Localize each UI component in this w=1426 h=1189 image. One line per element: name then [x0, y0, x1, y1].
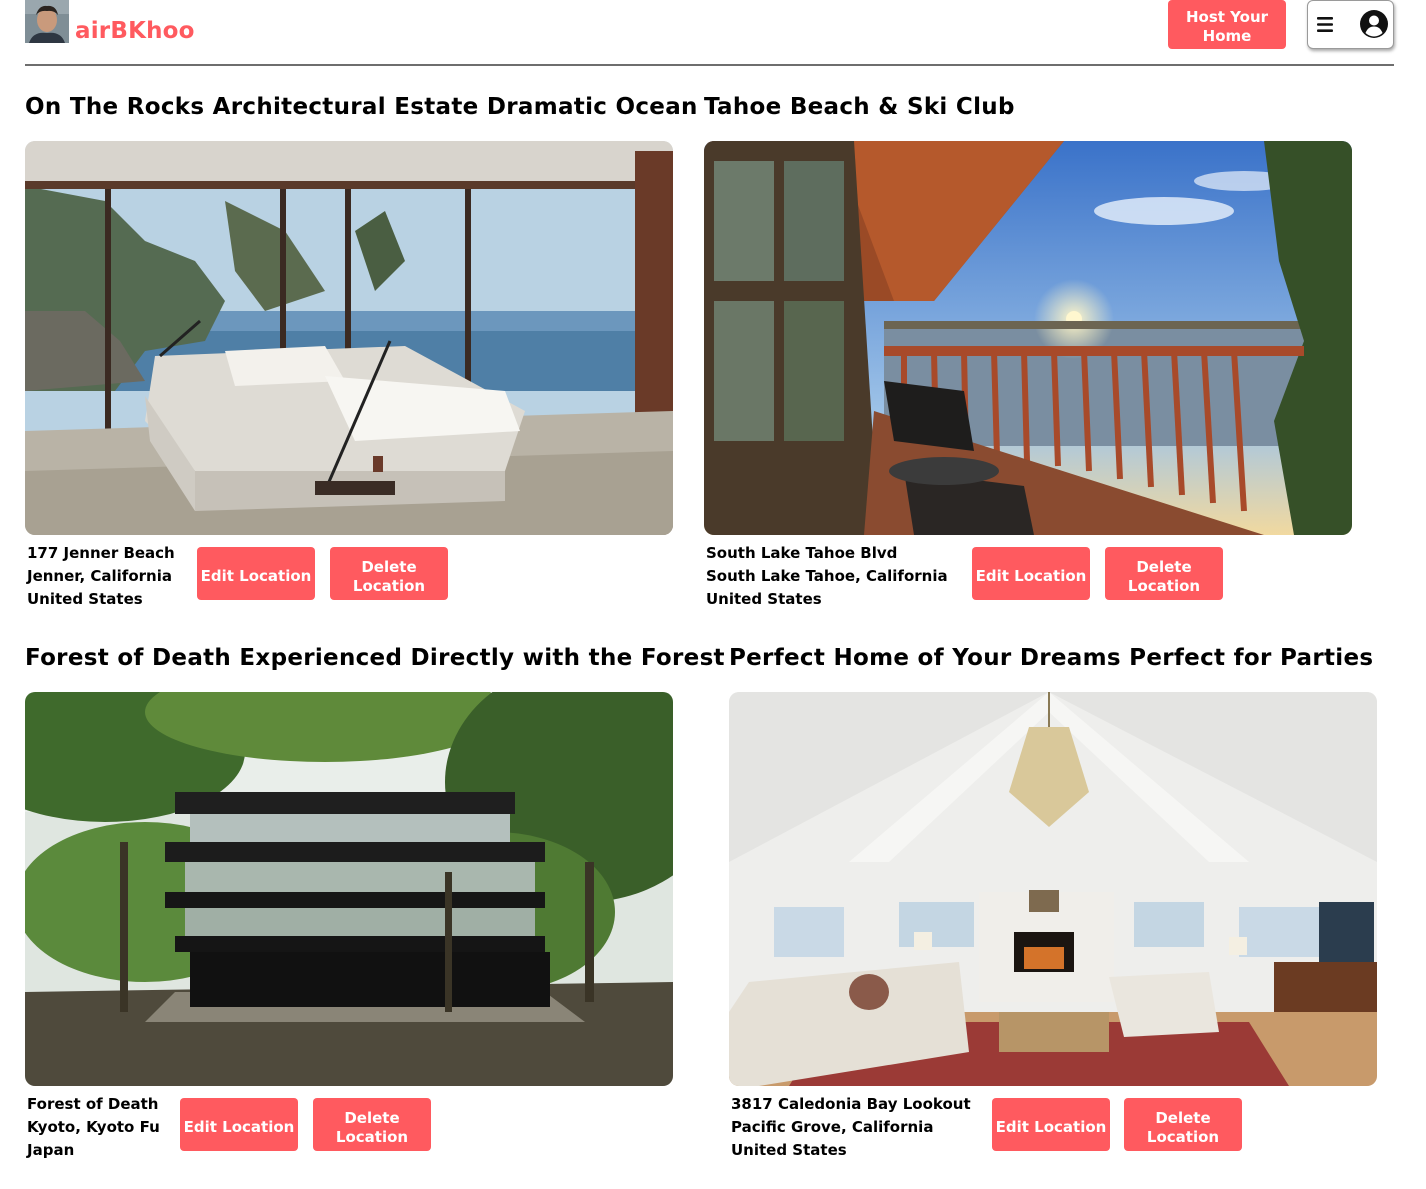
delete-location-button[interactable]: Delete Location [1124, 1098, 1242, 1151]
logo-avatar-image[interactable] [25, 0, 69, 43]
spot-address: 177 Jenner Beach Jenner, California Unit… [27, 542, 175, 611]
country-line: Japan [27, 1141, 75, 1159]
city-state-line: Jenner, California [27, 567, 172, 585]
delete-location-button[interactable]: Delete Location [1105, 547, 1223, 600]
top-navbar: airBKhoo Host Your Home [25, 0, 1394, 66]
user-circle-icon [1360, 10, 1388, 38]
spot-image[interactable] [25, 141, 673, 535]
city-state-line: South Lake Tahoe, California [706, 567, 948, 585]
address-line: 3817 Caledonia Bay Lookout [731, 1095, 971, 1113]
city-state-line: Kyoto, Kyoto Fu [27, 1118, 160, 1136]
address-line: Forest of Death [27, 1095, 159, 1113]
edit-location-button[interactable]: Edit Location [180, 1098, 298, 1151]
host-your-home-button[interactable]: Host Your Home [1168, 0, 1286, 49]
spot-address: 3817 Caledonia Bay Lookout Pacific Grove… [731, 1093, 971, 1162]
spot-card: On The Rocks Architectural Estate Dramat… [25, 94, 705, 614]
country-line: United States [731, 1141, 847, 1159]
spot-card: Tahoe Beach & Ski Club South Lake Tahoe … [704, 94, 1404, 614]
spot-address: Forest of Death Kyoto, Kyoto Fu Japan [27, 1093, 160, 1162]
delete-location-button[interactable]: Delete Location [313, 1098, 431, 1151]
profile-menu-button[interactable] [1307, 0, 1394, 49]
spot-title[interactable]: Tahoe Beach & Ski Club [704, 94, 1015, 120]
spot-card: Perfect Home of Your Dreams Perfect for … [729, 645, 1409, 1165]
spot-card: Forest of Death Experienced Directly wit… [25, 645, 725, 1165]
address-line: 177 Jenner Beach [27, 544, 175, 562]
edit-location-button[interactable]: Edit Location [972, 547, 1090, 600]
country-line: United States [706, 590, 822, 608]
edit-location-button[interactable]: Edit Location [992, 1098, 1110, 1151]
spot-image[interactable] [25, 692, 673, 1086]
edit-location-button[interactable]: Edit Location [197, 547, 315, 600]
spot-image[interactable] [704, 141, 1352, 535]
spot-title[interactable]: Forest of Death Experienced Directly wit… [25, 645, 725, 671]
spot-title[interactable]: On The Rocks Architectural Estate Dramat… [25, 94, 698, 120]
city-state-line: Pacific Grove, California [731, 1118, 934, 1136]
spot-address: South Lake Tahoe Blvd South Lake Tahoe, … [706, 542, 948, 611]
address-line: South Lake Tahoe Blvd [706, 544, 898, 562]
logo-text[interactable]: airBKhoo [75, 18, 195, 44]
hamburger-icon [1317, 17, 1333, 32]
delete-location-button[interactable]: Delete Location [330, 547, 448, 600]
spot-title[interactable]: Perfect Home of Your Dreams Perfect for … [729, 645, 1373, 671]
country-line: United States [27, 590, 143, 608]
spot-image[interactable] [729, 692, 1377, 1086]
